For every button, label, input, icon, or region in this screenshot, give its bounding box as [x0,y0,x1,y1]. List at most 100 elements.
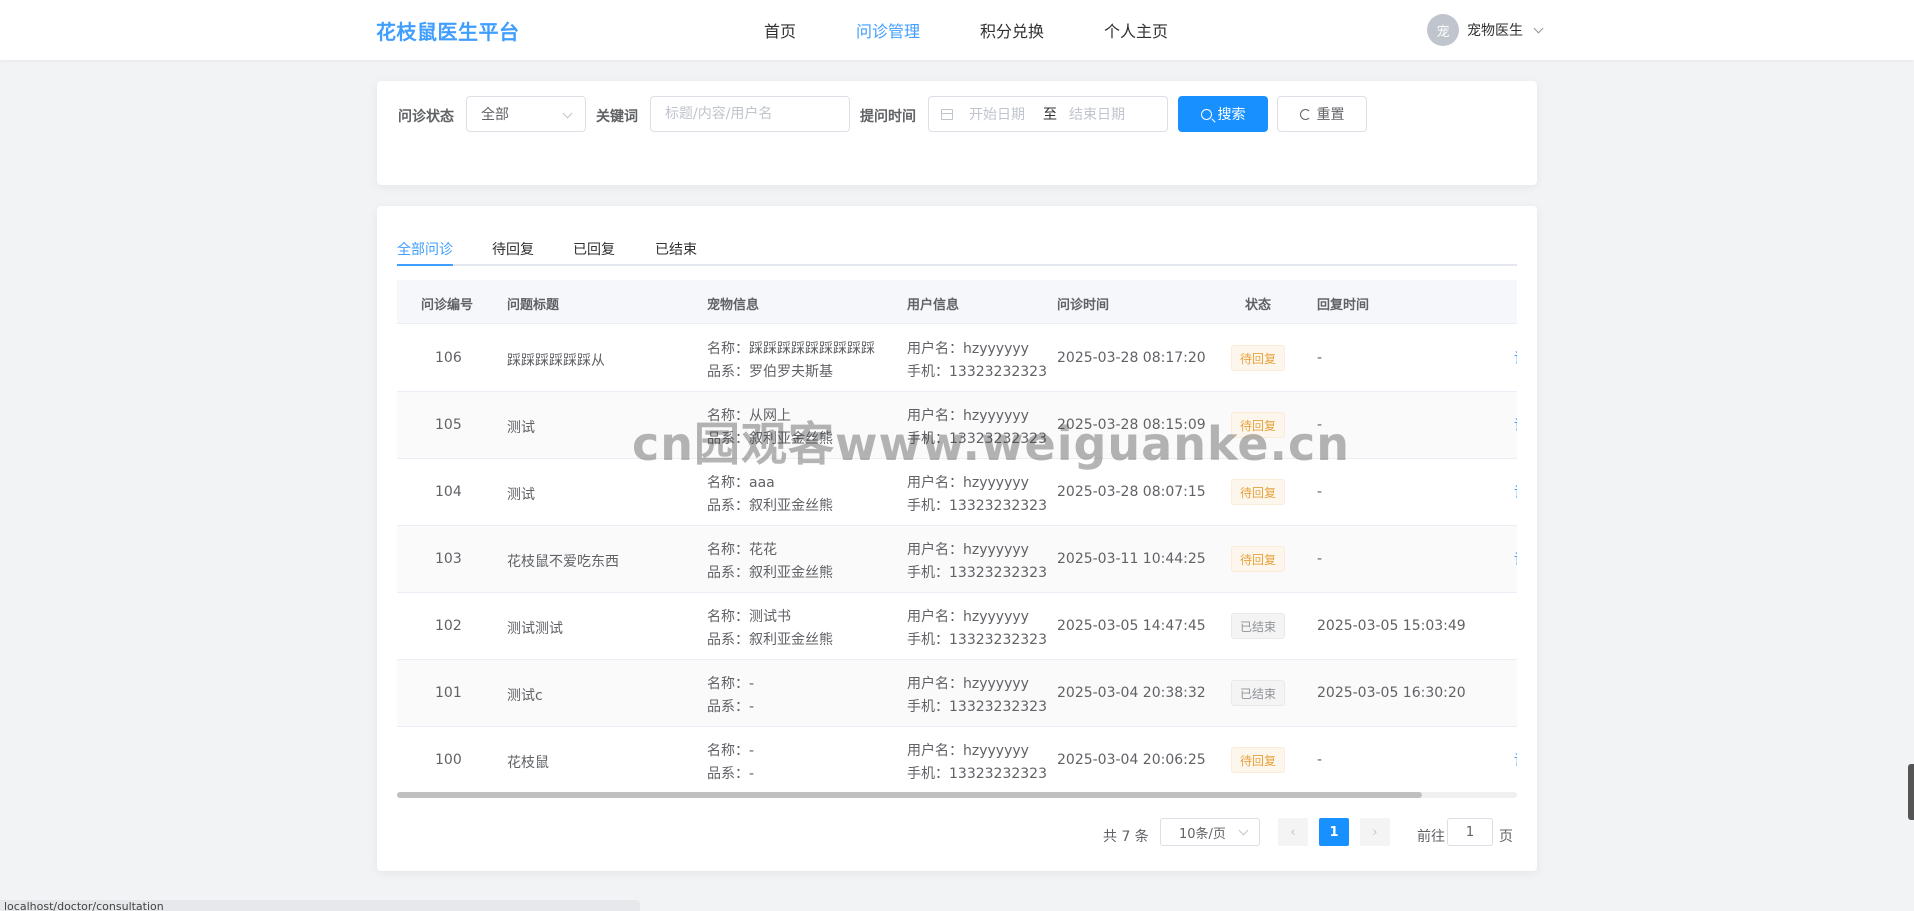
time-label: 提问时间 [860,109,916,125]
tab-pending[interactable]: 待回复 [492,239,534,259]
cell-pet-name: 名称：花花 [707,542,777,558]
nav-profile[interactable]: 个人主页 [1104,18,1168,42]
cell-pet-breed: 品系：罗伯罗夫斯基 [707,364,833,380]
side-handle[interactable] [1908,764,1914,820]
cell-time: 2025-03-28 08:17:20 [1057,350,1206,366]
cell-phone: 手机：13323232323 [907,699,1047,715]
nav-consultation[interactable]: 问诊管理 [856,18,920,42]
cell-reply-time: - [1317,350,1323,366]
nav-home[interactable]: 首页 [764,18,796,42]
cell-pet-breed: 品系：- [707,699,755,715]
brand-logo[interactable]: 花枝鼠医生平台 [376,16,520,45]
reset-button-label: 重置 [1316,107,1345,123]
scrollbar-thumb[interactable] [397,792,1422,798]
consultation-table: 问诊编号 问题标题 宠物信息 用户信息 问诊时间 状态 回复时间 106 踩踩踩踩… [397,280,1517,800]
cell-reply-time: 2025-03-05 16:30:20 [1317,685,1466,701]
cell-phone: 手机：13323232323 [907,565,1047,581]
table-header: 问诊编号 问题标题 宠物信息 用户信息 问诊时间 状态 回复时间 [397,280,1517,324]
row-action-link[interactable]: 详 [1514,348,1517,368]
search-icon [1200,108,1212,120]
reset-button[interactable]: 重置 [1277,96,1367,132]
cell-pet-name: 名称：- [707,743,755,759]
table-row[interactable]: 102 测试测试 名称：测试书 品系：叙利亚金丝熊 用户名：hzyyyyyy 手机：133… [397,593,1517,660]
tab-all[interactable]: 全部问诊 [397,239,453,259]
end-date-input[interactable]: 结束日期 [1069,104,1125,124]
column-header: 问诊时间 [1057,298,1110,313]
cell-title: 花枝鼠 [507,755,549,771]
status-badge: 待回复 [1231,747,1286,773]
cell-time: 2025-03-05 14:47:45 [1057,618,1206,634]
row-action-link[interactable]: 详 [1514,750,1517,770]
status-badge: 已结束 [1231,613,1286,639]
cell-title: 花枝鼠不爱吃东西 [507,554,619,570]
table-row[interactable]: 106 踩踩踩踩踩踩从 名称：踩踩踩踩踩踩踩踩踩 品系：罗伯罗夫斯基 用户名：hzyyy… [397,325,1517,392]
search-button[interactable]: 搜索 [1178,96,1268,132]
cell-id: 104 [435,484,462,500]
page-size-select[interactable]: 10条/页 [1160,818,1260,846]
cell-user-name: 用户名：hzyyyyyy [907,609,1029,625]
cell-pet-breed: 品系：叙利亚金丝熊 [707,565,833,581]
cell-title: 测试 [507,487,535,503]
tab-closed[interactable]: 已结束 [655,239,697,259]
cell-pet-name: 名称：测试书 [707,609,791,625]
filter-panel: 问诊状态 全部 关键词 提问时间 开始日期 至 结束日期 搜索 重置 [377,81,1537,185]
top-header: 花枝鼠医生平台 首页 问诊管理 积分兑换 个人主页 宠 宠物医生 [0,0,1914,60]
cell-pet-name: 名称：aaa [707,475,775,491]
row-action-link[interactable]: 详 [1514,549,1517,569]
goto-page-input[interactable] [1447,818,1493,846]
status-label: 问诊状态 [398,109,454,125]
goto-suffix: 页 [1499,829,1513,845]
cell-reply-time: - [1317,752,1323,768]
avatar: 宠 [1427,14,1459,46]
table-row[interactable]: 101 测试c 名称：- 品系：- 用户名：hzyyyyyy 手机：13323232323… [397,660,1517,727]
page-size-value: 10条/页 [1179,826,1226,842]
cell-id: 105 [435,417,462,433]
page-number-button[interactable]: 1 [1319,818,1349,846]
cell-user-name: 用户名：hzyyyyyy [907,542,1029,558]
chevron-down-icon [1238,825,1249,836]
horizontal-scrollbar[interactable] [397,792,1517,798]
cell-title: 测试 [507,420,535,436]
tab-replied[interactable]: 已回复 [573,239,615,259]
pagination-total: 共 7 条 [1103,829,1149,845]
cell-reply-time: 2025-03-05 15:03:49 [1317,618,1466,634]
cell-reply-time: - [1317,484,1323,500]
row-action-link[interactable]: 详 [1514,482,1517,502]
nav-points[interactable]: 积分兑换 [980,18,1044,42]
prev-page-button[interactable]: ‹ [1278,818,1308,846]
start-date-input[interactable]: 开始日期 [969,104,1027,124]
cell-id: 101 [435,685,462,701]
date-range-picker[interactable]: 开始日期 至 结束日期 [928,96,1168,132]
cell-id: 100 [435,752,462,768]
next-page-button[interactable]: › [1360,818,1390,846]
table-row[interactable]: 100 花枝鼠 名称：- 品系：- 用户名：hzyyyyyy 手机：13323232323… [397,727,1517,794]
cell-reply-time: - [1317,551,1323,567]
cell-id: 102 [435,618,462,634]
watermark: cn园观客www.weiguanke.cn [632,417,1351,471]
keyword-input[interactable] [650,96,850,132]
status-tabs: 全部问诊 待回复 已回复 已结束 [397,216,1517,266]
cell-pet-breed: 品系：- [707,766,755,782]
status-badge: 待回复 [1231,546,1286,572]
status-badge: 待回复 [1231,479,1286,505]
status-badge: 待回复 [1231,345,1286,371]
status-select[interactable]: 全部 [466,96,586,132]
column-header: 问诊编号 [421,298,474,313]
cell-phone: 手机：13323232323 [907,766,1047,782]
cell-user-name: 用户名：hzyyyyyy [907,341,1029,357]
cell-time: 2025-03-11 10:44:25 [1057,551,1206,567]
consultation-list-panel: 全部问诊 待回复 已回复 已结束 问诊编号 问题标题 宠物信息 用户信息 问诊时… [377,206,1537,871]
cell-pet-breed: 品系：叙利亚金丝熊 [707,498,833,514]
range-separator: 至 [1043,107,1057,123]
active-tab-indicator [397,264,453,266]
calendar-icon [941,108,953,120]
table-row[interactable]: 103 花枝鼠不爱吃东西 名称：花花 品系：叙利亚金丝熊 用户名：hzyyyyyy 手机：… [397,526,1517,593]
cell-phone: 手机：13323232323 [907,632,1047,648]
status-select-value: 全部 [481,107,509,123]
cell-phone: 手机：13323232323 [907,498,1047,514]
chevron-left-icon: ‹ [1290,824,1296,840]
cell-user-name: 用户名：hzyyyyyy [907,676,1029,692]
column-header: 用户信息 [907,298,960,313]
row-action-link[interactable]: 详 [1514,415,1517,435]
user-menu[interactable]: 宠 宠物医生 [1427,14,1544,46]
